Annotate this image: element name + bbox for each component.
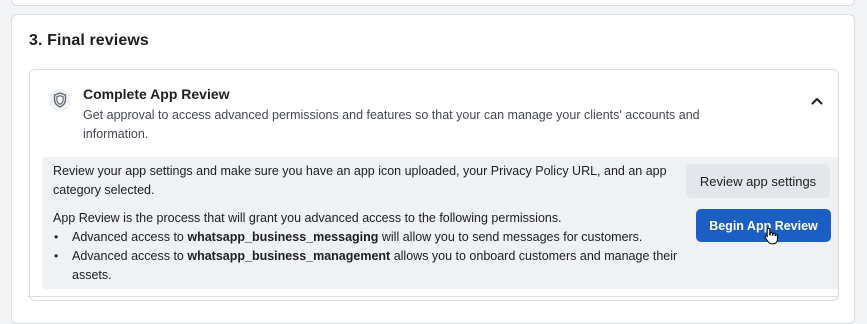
permission-name: whatsapp_business_management (187, 249, 391, 263)
app-settings-text: Review your app settings and make sure y… (53, 164, 667, 197)
chevron-up-icon[interactable] (808, 92, 826, 110)
list-item: • Advanced access to whatsapp_business_m… (53, 228, 683, 247)
bullet-icon: • (54, 249, 59, 263)
begin-app-review-button[interactable]: Begin App Review (696, 209, 831, 242)
next-card-edge (28, 296, 838, 297)
app-review-intro-text: App Review is the process that will gran… (53, 211, 562, 225)
section-title: 3. Final reviews (29, 32, 149, 49)
permission-name: whatsapp_business_messaging (187, 230, 379, 244)
bullet-icon: • (54, 230, 59, 244)
review-details-panel: Review your app settings and make sure y… (42, 157, 838, 289)
permissions-list: • Advanced access to whatsapp_business_m… (53, 228, 683, 285)
card-subtitle: Get approval to access advanced permissi… (83, 108, 700, 141)
list-item: • Advanced access to whatsapp_business_m… (54, 249, 678, 282)
app-review-card: Complete App Review Get approval to acce… (29, 69, 839, 301)
shield-icon (49, 89, 71, 111)
card-title: Complete App Review (83, 86, 230, 102)
previous-card-edge (11, 0, 855, 6)
review-app-settings-button[interactable]: Review app settings (686, 164, 830, 198)
final-reviews-section: 3. Final reviews Complete App Review Get… (11, 14, 855, 324)
